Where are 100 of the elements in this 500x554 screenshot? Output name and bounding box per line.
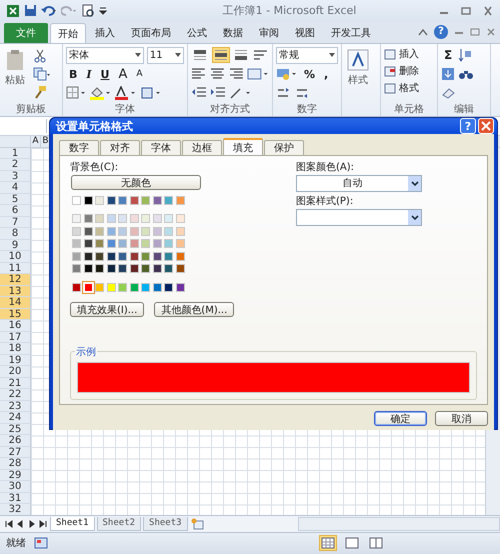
customize-caret-icon[interactable] (99, 6, 107, 16)
row-header[interactable]: 7 (0, 216, 30, 228)
color-swatch[interactable] (84, 196, 92, 205)
shrink-font-button[interactable]: A (133, 69, 146, 79)
row-header[interactable]: 31 (0, 492, 30, 504)
ribbon-tab[interactable]: 审阅 (252, 23, 286, 43)
dialog-tab[interactable]: 保护 (264, 140, 304, 155)
color-swatch[interactable] (152, 264, 162, 274)
color-swatch[interactable] (84, 239, 92, 248)
color-swatch[interactable] (164, 282, 173, 292)
close-icon[interactable] (482, 6, 494, 16)
color-swatch[interactable] (176, 252, 184, 261)
fill-down-icon[interactable] (441, 67, 455, 81)
row-header[interactable]: 30 (0, 481, 30, 493)
color-swatch[interactable] (141, 196, 150, 205)
color-swatch[interactable] (84, 252, 92, 261)
ribbon-tab[interactable]: 公式 (180, 23, 214, 43)
sheet-tab[interactable]: Sheet2 (96, 516, 142, 531)
page-layout-icon[interactable] (344, 536, 360, 550)
horizontal-scrollbar[interactable] (298, 516, 500, 531)
color-swatch[interactable] (118, 214, 127, 224)
color-swatch[interactable] (130, 196, 138, 205)
color-swatch[interactable] (95, 252, 104, 261)
font-style-button[interactable]: B (66, 68, 80, 80)
color-swatch[interactable] (130, 239, 138, 248)
pattern-style-dropdown[interactable] (296, 209, 422, 226)
color-swatch[interactable] (72, 226, 81, 236)
help-button[interactable]: ? (460, 118, 476, 134)
color-swatch[interactable] (130, 282, 138, 292)
row-header[interactable]: 23 (0, 400, 30, 412)
merge-cells-icon[interactable] (247, 67, 269, 81)
color-swatch[interactable] (106, 252, 116, 261)
dialog-tab[interactable]: 数字 (59, 140, 99, 155)
row-header[interactable]: 3 (0, 170, 30, 182)
grow-font-button[interactable]: A (115, 66, 130, 82)
restore-icon[interactable] (470, 28, 480, 36)
color-swatch[interactable] (152, 252, 162, 261)
color-swatch[interactable] (164, 264, 173, 274)
row-header[interactable]: 13 (0, 286, 30, 298)
color-swatch[interactable] (152, 196, 162, 205)
no-color-button[interactable]: 无颜色 (71, 175, 201, 190)
color-swatch[interactable] (118, 282, 127, 292)
color-swatch[interactable] (130, 226, 138, 236)
restore-icon[interactable] (460, 6, 472, 16)
color-swatch[interactable] (84, 264, 92, 274)
align-center-icon[interactable] (210, 67, 226, 81)
undo-icon[interactable] (41, 4, 57, 18)
row-header[interactable]: 26 (0, 435, 30, 447)
cells-button[interactable]: 格式 (384, 81, 434, 95)
autosum-button[interactable]: Σ (441, 48, 456, 62)
color-swatch[interactable] (152, 226, 162, 236)
page-break-icon[interactable] (368, 536, 384, 550)
color-swatch[interactable] (72, 196, 81, 205)
sheet-navigation-icon[interactable] (4, 518, 48, 529)
font-color-icon[interactable] (114, 86, 136, 100)
color-swatch[interactable] (95, 214, 104, 224)
color-swatch[interactable] (72, 239, 81, 248)
currency-icon[interactable] (276, 67, 298, 81)
fill-effects-button[interactable]: 填充效果(I)... (70, 302, 144, 316)
color-swatch[interactable] (118, 196, 127, 205)
color-swatch[interactable] (72, 282, 81, 292)
save-icon[interactable] (24, 4, 37, 18)
insert-sheet-icon[interactable] (190, 518, 206, 530)
color-swatch[interactable] (176, 196, 184, 205)
sheet-tab[interactable]: Sheet1 (50, 516, 95, 531)
row-header[interactable]: 8 (0, 228, 30, 240)
more-colors-button[interactable]: 其他颜色(M)... (154, 302, 234, 316)
color-swatch[interactable] (106, 264, 116, 274)
color-swatch[interactable] (141, 282, 150, 292)
row-header[interactable]: 6 (0, 205, 30, 217)
normal-view-icon[interactable] (320, 536, 336, 550)
number-style-button[interactable]: , (321, 68, 332, 80)
orientation-icon[interactable] (229, 86, 251, 100)
color-swatch[interactable] (176, 214, 184, 224)
eraser-icon[interactable] (441, 87, 457, 99)
color-swatch[interactable] (72, 214, 81, 224)
color-swatch[interactable] (95, 226, 104, 236)
color-swatch[interactable] (118, 264, 127, 274)
color-swatch[interactable] (106, 239, 116, 248)
ribbon-tab[interactable]: 插入 (88, 23, 122, 43)
color-swatch[interactable] (152, 214, 162, 224)
row-header[interactable]: 25 (0, 424, 30, 436)
color-swatch[interactable] (130, 214, 138, 224)
row-header[interactable]: 2 (0, 159, 30, 171)
color-swatch[interactable] (84, 226, 92, 236)
vertical-align-button[interactable] (212, 47, 230, 63)
color-swatch[interactable] (164, 239, 173, 248)
color-swatch[interactable] (106, 214, 116, 224)
font-style-button[interactable]: I (83, 68, 95, 80)
macro-record-icon[interactable] (34, 537, 48, 550)
color-swatch[interactable] (164, 196, 173, 205)
ribbon-tab[interactable]: 开发工具 (324, 23, 378, 43)
color-swatch[interactable] (118, 252, 127, 261)
fill-color-icon[interactable] (89, 86, 111, 100)
color-swatch[interactable] (106, 282, 116, 292)
help-button[interactable]: ? (434, 25, 448, 40)
row-header[interactable]: 28 (0, 458, 30, 470)
row-header[interactable]: 21 (0, 378, 30, 390)
cancel-button[interactable]: 取消 (435, 411, 488, 426)
row-header[interactable]: 14 (0, 297, 30, 309)
